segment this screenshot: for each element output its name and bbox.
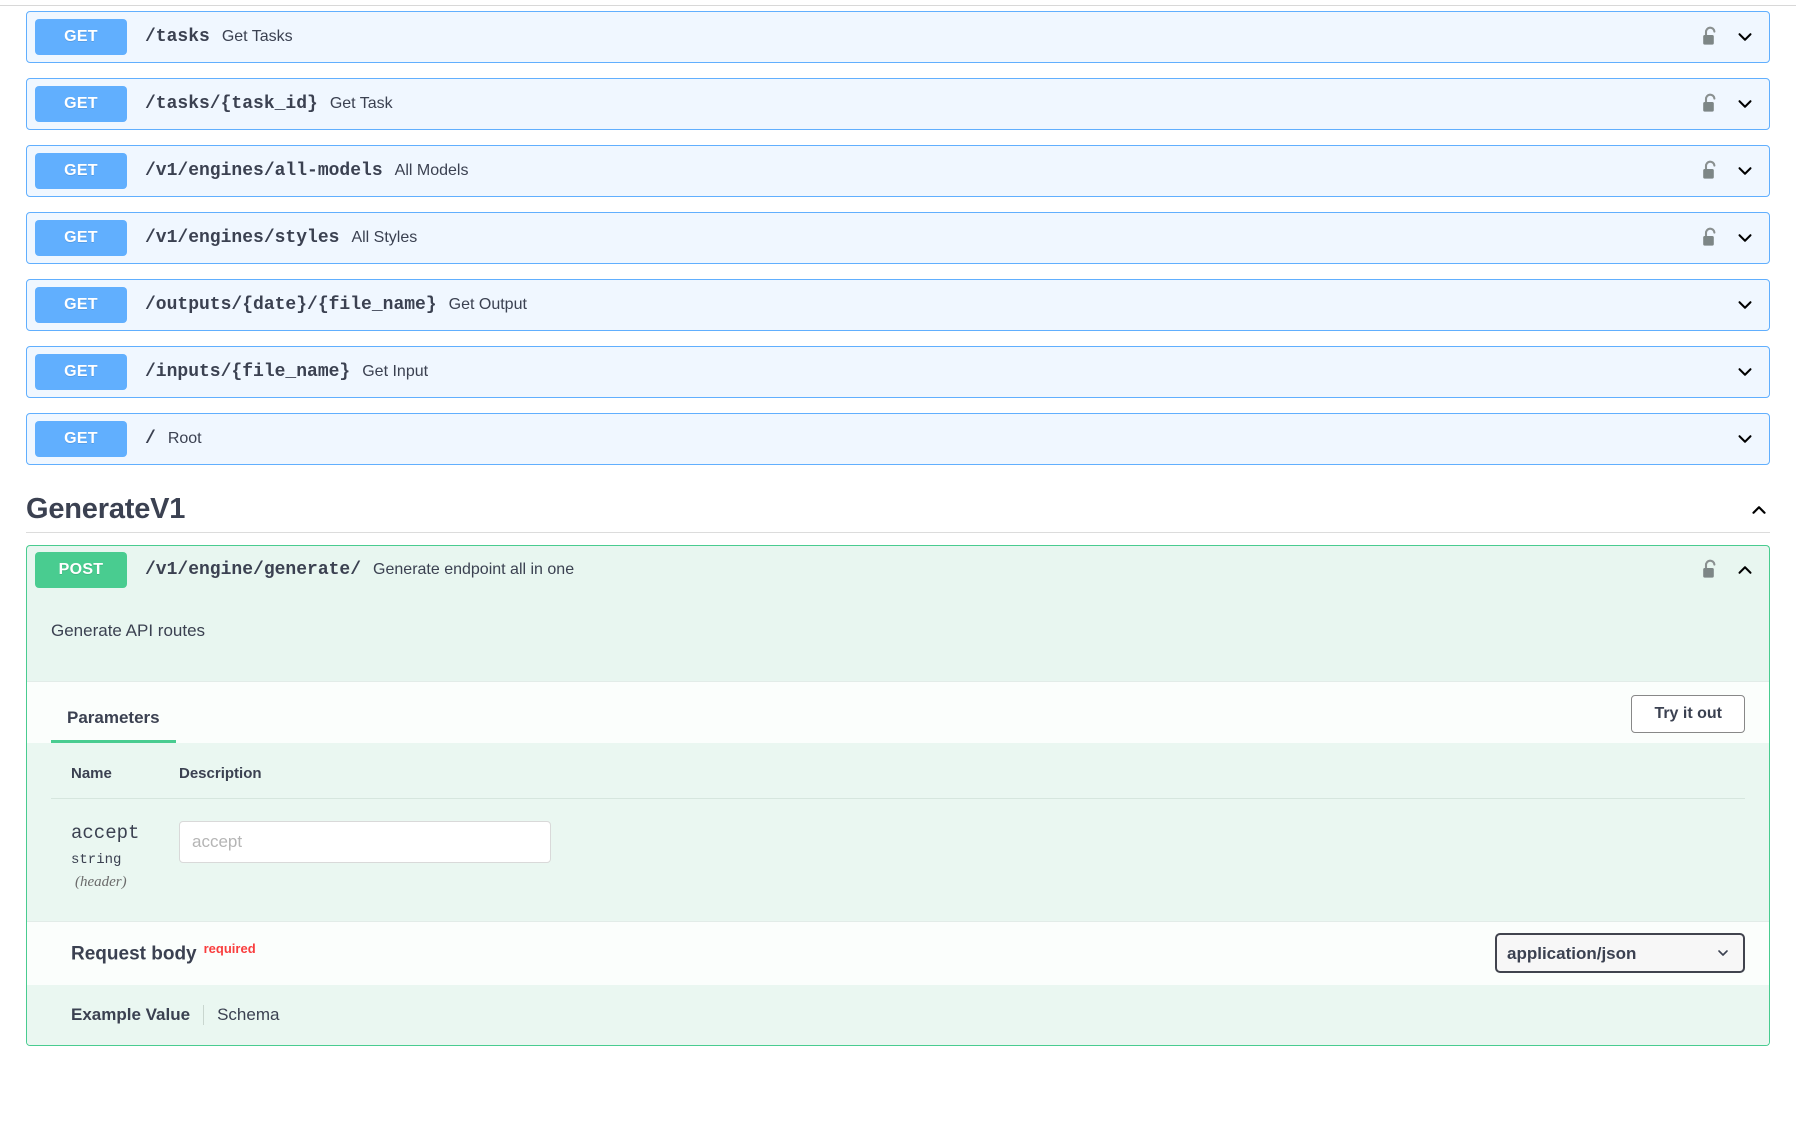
request-body-row: Request body required application/json [27,920,1769,985]
operation-row[interactable]: GET/v1/engines/styles All Styles [26,212,1770,264]
tab-schema[interactable]: Schema [204,1005,279,1025]
operation-row[interactable]: GET/tasks Get Tasks [26,11,1770,63]
chevron-up-icon[interactable] [1734,559,1756,581]
operation-summary: Root [167,430,202,447]
operation-block: GET/inputs/{file_name} Get Input [26,346,1770,398]
operation-block: GET/outputs/{date}/{file_name} Get Output [26,279,1770,331]
method-badge-get: GET [35,421,127,457]
operation-summary: All Models [394,162,469,179]
parameter-type: string [71,851,122,868]
operation-path: /inputs/{file_name} [145,362,351,382]
table-header-row: Name Description [51,743,1745,799]
tab-parameters[interactable]: Parameters [51,708,176,743]
operation-summary: Get Output [448,296,527,313]
operation-summary: Get Tasks [221,28,293,45]
chevron-down-icon[interactable] [1734,160,1756,182]
operation-block: GET/tasks Get Tasks [26,11,1770,63]
request-body-label-group: Request body required [71,941,256,965]
parameters-table-body: accept string (header) [51,799,1745,921]
section-header-generatev1[interactable]: GenerateV1 [0,493,1796,526]
chevron-down-icon[interactable] [1734,227,1756,249]
column-header-description: Description [171,743,1745,799]
chevron-down-icon[interactable] [1734,294,1756,316]
chevron-up-icon[interactable] [1748,499,1770,521]
table-row: accept string (header) [51,799,1745,921]
operation-block: GET / Root [26,413,1770,465]
method-badge-get: GET [35,287,127,323]
example-tabs-row: Example Value Schema [27,984,1769,1045]
required-badge: required [203,941,256,957]
operation-row[interactable]: GET/inputs/{file_name} Get Input [26,346,1770,398]
operation-row[interactable]: GET/v1/engines/all-models All Models [26,145,1770,197]
post-operation-container: POST /v1/engine/generate/ Generate endpo… [0,545,1796,1046]
operations-list: GET/tasks Get Tasks GET/tasks/{task_id} Get… [0,11,1796,465]
parameter-description-cell [171,799,1745,921]
operation-block: GET/v1/engines/all-models All Models [26,145,1770,197]
method-badge-get: GET [35,354,127,390]
media-type-select[interactable]: application/json [1495,933,1745,974]
unlocked-padlock-icon[interactable] [1700,160,1734,182]
method-badge-post: POST [35,551,127,588]
section-divider [26,532,1770,533]
unlocked-padlock-icon[interactable] [1700,559,1734,581]
operation-block: GET/v1/engines/styles All Styles [26,212,1770,264]
chevron-down-icon[interactable] [1734,93,1756,115]
parameters-area: Name Description accept string (header) [27,743,1769,921]
chevron-down-icon[interactable] [1734,26,1756,48]
operation-path: /outputs/{date}/{file_name} [145,295,437,315]
unlocked-padlock-icon[interactable] [1700,26,1734,48]
operation-summary: Get Task [329,95,393,112]
top-divider [0,5,1796,6]
chevron-down-icon[interactable] [1734,428,1756,450]
parameter-location: (header) [75,873,127,890]
tab-example-value[interactable]: Example Value [71,1005,203,1025]
method-badge-get: GET [35,220,127,256]
operation-tabs-row: Parameters Try it out [27,681,1769,743]
operation-path: / [145,429,156,449]
method-badge-get: GET [35,153,127,189]
operation-summary: All Styles [351,229,418,246]
operation-block: GET/tasks/{task_id} Get Task [26,78,1770,130]
operation-row[interactable]: GET / Root [26,413,1770,465]
operation-body: Generate API routes Parameters Try it ou… [26,593,1770,1046]
section-title: GenerateV1 [26,493,186,525]
column-header-name: Name [51,743,171,799]
operation-path: /tasks [145,27,210,47]
method-badge-get: GET [35,19,127,55]
operation-row[interactable]: GET/tasks/{task_id} Get Task [26,78,1770,130]
operation-path: /tasks/{task_id} [145,94,318,114]
operation-path: /v1/engines/styles [145,228,340,248]
operation-path: /v1/engine/generate/ [145,559,362,580]
unlocked-padlock-icon[interactable] [1700,227,1734,249]
operation-row-post-generate[interactable]: POST /v1/engine/generate/ Generate endpo… [26,545,1770,593]
operation-summary: Get Input [362,363,429,380]
chevron-down-icon[interactable] [1734,361,1756,383]
request-body-label: Request body [71,943,197,965]
accept-header-input[interactable] [179,821,551,863]
parameter-name: accept [71,822,140,844]
operation-description: Generate API routes [27,593,1769,681]
swagger-ui-page: GET/tasks Get Tasks GET/tasks/{task_id} Get… [0,5,1796,1135]
operation-path: /v1/engines/all-models [145,161,383,181]
operation-block-post: POST /v1/engine/generate/ Generate endpo… [26,545,1770,1046]
operation-row[interactable]: GET/outputs/{date}/{file_name} Get Output [26,279,1770,331]
parameters-table: Name Description accept string (header) [51,743,1745,921]
try-it-out-button[interactable]: Try it out [1631,695,1745,733]
parameter-name-cell: accept string (header) [51,799,171,921]
unlocked-padlock-icon[interactable] [1700,93,1734,115]
method-badge-get: GET [35,86,127,122]
media-type-select-wrapper: application/json [1495,933,1745,974]
operation-summary: Generate endpoint all in one [373,560,575,578]
